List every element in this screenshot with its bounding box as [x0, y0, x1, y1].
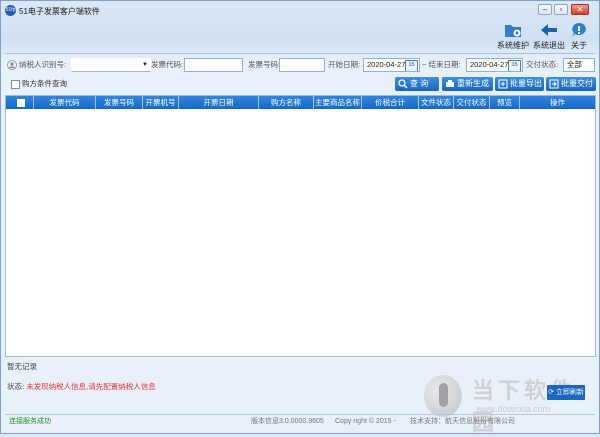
watermark-url: www.downxia.com — [476, 404, 551, 414]
deliver-icon — [549, 79, 559, 89]
system-maintenance-button[interactable]: 系统维护 — [495, 21, 531, 51]
header-divider — [5, 53, 595, 54]
version-info: 版本信息3.0.0000.9605 — [251, 418, 324, 425]
buyer-query-label: 购方条件查询 — [22, 79, 67, 88]
buyer-query-checkbox[interactable] — [11, 80, 20, 89]
column-header[interactable]: 开票日期 — [179, 96, 259, 109]
printer-icon — [446, 80, 454, 87]
watermark-logo-icon — [424, 375, 462, 417]
system-maintenance-label: 系统维护 — [497, 41, 529, 50]
start-date-label: 开始日期: — [328, 60, 361, 69]
chevron-down-icon: ▼ — [142, 62, 148, 68]
column-header[interactable]: 发票号码 — [96, 96, 143, 109]
export-icon — [498, 79, 508, 89]
column-header[interactable]: 发票代码 — [34, 96, 96, 109]
status-label: 状态: — [7, 382, 25, 391]
system-exit-button[interactable]: 系统退出 — [531, 21, 567, 51]
calendar-icon[interactable]: 15 — [405, 60, 418, 71]
calendar-icon[interactable]: 15 — [508, 60, 521, 71]
title-bar: 51fp 51电子发票客户端软件 – ▫ ✕ — [1, 1, 599, 21]
invoice-table: 发票代码 发票号码 开票机号 开票日期 购方名称 主要商品名称 价税合计 文件状… — [5, 95, 596, 357]
invoice-code-input[interactable] — [184, 58, 243, 72]
invoice-number-input[interactable] — [279, 58, 325, 72]
window-title: 51电子发票客户端软件 — [19, 7, 100, 16]
info-bubble-icon — [572, 23, 586, 37]
select-all-checkbox[interactable] — [17, 99, 25, 107]
column-header[interactable]: 预览 — [490, 96, 520, 109]
delivery-status-label: 交付状态: — [526, 60, 559, 69]
column-header[interactable]: 文件状态 — [419, 96, 454, 109]
regenerate-button[interactable]: 重新生成 — [442, 77, 493, 91]
header-select-all[interactable] — [6, 96, 34, 109]
column-header[interactable]: 购方名称 — [259, 96, 314, 109]
refresh-now-button[interactable]: ⟳ 立即刷新 — [547, 385, 585, 400]
search-button[interactable]: 查 询 — [395, 77, 439, 91]
filter-row: 纳税人识别号: ▼ 发票代码: 发票号码: 开始日期: 2020-04-27 1… — [5, 57, 597, 73]
refresh-icon: ⟳ — [548, 389, 554, 396]
user-icon — [7, 60, 17, 70]
minimize-button[interactable]: – — [538, 4, 552, 15]
column-header[interactable]: 价税合计 — [362, 96, 419, 109]
invoice-number-label: 发票号码: — [248, 60, 281, 69]
end-date-label: ~ 结束日期: — [422, 60, 461, 69]
maximize-button[interactable]: ▫ — [554, 4, 568, 15]
column-header[interactable]: 操作 — [520, 96, 595, 109]
batch-deliver-button[interactable]: 批量交付 — [546, 77, 596, 91]
batch-export-button[interactable]: 批量导出 — [495, 77, 544, 91]
column-header[interactable]: 开票机号 — [143, 96, 179, 109]
app-window: 51fp 51电子发票客户端软件 – ▫ ✕ 系统维护 系统退出 关于 纳税人识… — [0, 0, 600, 435]
end-date-input[interactable]: 2020-04-27 15 — [466, 58, 523, 72]
back-arrow-icon — [541, 24, 557, 36]
status-message: 未发现纳税人信息,请先配置纳税人信息 — [26, 382, 156, 391]
search-icon — [398, 79, 408, 89]
copyright-text: Copy right © 2015 - — [335, 418, 396, 425]
status-bar: 连接服务成功 版本信息3.0.0000.9605 Copy right © 20… — [5, 414, 595, 429]
column-header[interactable]: 主要商品名称 — [314, 96, 362, 109]
close-button[interactable]: ✕ — [571, 4, 589, 15]
system-exit-label: 系统退出 — [533, 41, 565, 50]
support-text: 技术支持：航天信息股份有限公司 — [410, 418, 515, 425]
table-header: 发票代码 发票号码 开票机号 开票日期 购方名称 主要商品名称 价税合计 文件状… — [6, 96, 595, 109]
about-button[interactable]: 关于 — [563, 21, 595, 51]
delivery-status-select[interactable]: 全部 — [563, 58, 595, 72]
folder-gear-icon — [505, 25, 521, 37]
action-row: 购方条件查询 查 询 重新生成 批量导出 批量交付 — [5, 77, 597, 92]
status-line: 状态: 未发现纳税人信息,请先配置纳税人信息 — [7, 381, 156, 392]
invoice-code-label: 发票代码: — [151, 60, 184, 69]
app-logo-icon: 51fp — [5, 5, 16, 16]
connection-status: 连接服务成功 — [9, 418, 51, 425]
empty-records-text: 暂无记录 — [7, 362, 37, 371]
taxpayer-id-label: 纳税人识别号: — [19, 60, 67, 69]
start-date-input[interactable]: 2020-04-27 15 — [363, 58, 420, 72]
column-header[interactable]: 交付状态 — [454, 96, 490, 109]
taxpayer-id-select[interactable]: ▼ — [71, 58, 151, 72]
about-label: 关于 — [571, 41, 587, 50]
